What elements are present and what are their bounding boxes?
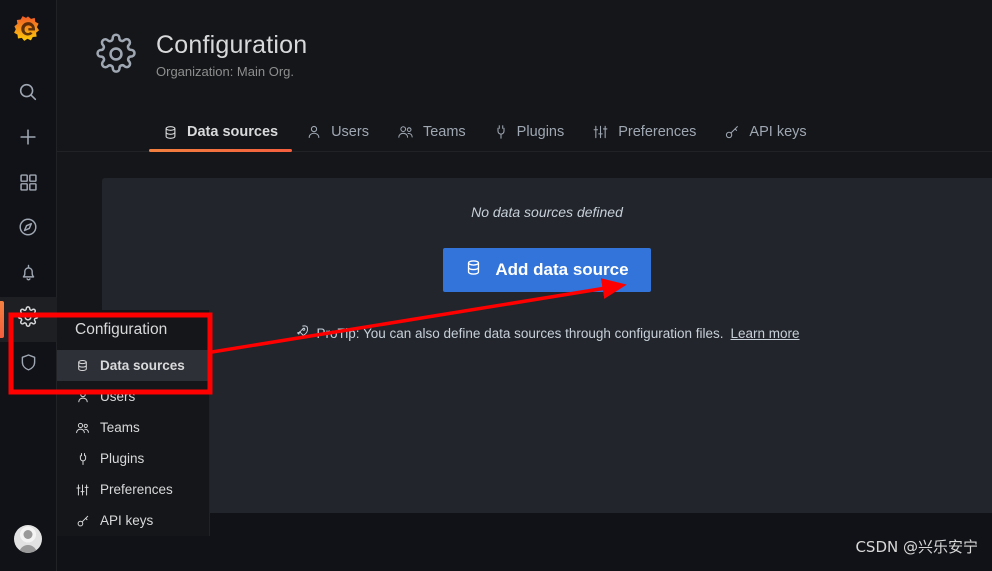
tab-teams[interactable]: Teams <box>383 124 480 151</box>
add-data-source-button[interactable]: Add data source <box>443 248 651 292</box>
key-icon <box>75 514 90 528</box>
flyout-item-label: API keys <box>100 513 154 528</box>
tab-plugins[interactable]: Plugins <box>480 124 579 151</box>
configuration-flyout-menu: Configuration Data sources Users Teams P… <box>57 310 210 536</box>
add-data-source-label: Add data source <box>495 260 629 279</box>
page-subtitle: Organization: Main Org. <box>156 64 295 79</box>
avatar[interactable] <box>14 525 42 553</box>
tab-data-sources[interactable]: Data sources <box>149 124 293 152</box>
sidebar-item-explore[interactable] <box>0 207 57 252</box>
page-header-content: Configuration Organization: Main Org. <box>57 0 992 80</box>
key-icon <box>724 124 740 140</box>
page-header: Configuration Organization: Main Org. <box>57 0 992 110</box>
sidebar-item-dashboards[interactable] <box>0 162 57 207</box>
gear-icon <box>17 306 39 333</box>
grafana-app-window: Configuration Organization: Main Org. Da… <box>0 0 992 571</box>
sidebar-item-alerting[interactable] <box>0 252 57 297</box>
flyout-item-data-sources[interactable]: Data sources <box>57 350 209 381</box>
data-sources-panel: No data sources defined Add data source <box>102 178 992 513</box>
main-sidebar <box>0 0 57 571</box>
avatar-body <box>19 545 37 553</box>
flyout-item-label: Users <box>100 389 136 404</box>
protip-text: ProTip: You can also define data sources… <box>316 325 724 341</box>
flyout-item-users[interactable]: Users <box>57 381 209 412</box>
protip: ProTip: You can also define data sources… <box>102 324 992 342</box>
compass-icon <box>17 216 39 243</box>
search-icon <box>17 81 39 108</box>
flyout-item-label: Data sources <box>100 358 185 373</box>
users-icon <box>75 421 90 435</box>
flyout-item-label: Preferences <box>100 482 173 497</box>
tab-bar: Data sources Users Teams Plugins Prefere… <box>57 110 992 152</box>
add-data-source-row: Add data source <box>102 248 992 292</box>
sidebar-item-configuration[interactable] <box>0 297 57 342</box>
bell-icon <box>18 262 39 288</box>
empty-state-message: No data sources defined <box>471 204 623 220</box>
flyout-item-label: Plugins <box>100 451 145 466</box>
tab-users[interactable]: Users <box>292 124 383 151</box>
sliders-icon <box>592 124 609 140</box>
flyout-item-label: Teams <box>100 420 140 435</box>
user-icon <box>75 390 90 404</box>
tab-label: Preferences <box>618 124 697 140</box>
flyout-item-teams[interactable]: Teams <box>57 412 209 443</box>
tab-label: Plugins <box>516 124 565 140</box>
rocket-icon <box>294 324 309 342</box>
sidebar-item-search[interactable] <box>0 72 57 117</box>
sidebar-item-server-admin[interactable] <box>0 342 57 387</box>
gear-icon <box>95 33 137 80</box>
dashboards-icon <box>18 172 39 198</box>
tab-label: Data sources <box>187 124 279 140</box>
tab-label: Users <box>331 124 369 140</box>
protip-learn-more-link[interactable]: Learn more <box>730 326 799 341</box>
tab-label: API keys <box>749 124 807 140</box>
plug-icon <box>75 452 90 466</box>
sidebar-item-create[interactable] <box>0 117 57 162</box>
flyout-item-preferences[interactable]: Preferences <box>57 474 209 505</box>
tab-preferences[interactable]: Preferences <box>578 124 710 151</box>
plus-icon <box>17 126 39 153</box>
database-icon <box>465 259 482 281</box>
watermark: CSDN @兴乐安宁 <box>855 538 978 556</box>
users-icon <box>397 124 414 140</box>
tab-label: Teams <box>422 124 466 140</box>
avatar-head <box>23 530 33 539</box>
sliders-icon <box>75 483 90 497</box>
user-icon <box>306 124 322 140</box>
flyout-item-api-keys[interactable]: API keys <box>57 505 209 536</box>
grafana-logo-icon[interactable] <box>10 12 46 48</box>
database-icon <box>75 359 90 372</box>
shield-icon <box>18 352 39 378</box>
page-title: Configuration <box>156 31 308 59</box>
database-icon <box>163 125 178 140</box>
page-header-text: Configuration Organization: Main Org. <box>156 30 307 79</box>
flyout-item-plugins[interactable]: Plugins <box>57 443 209 474</box>
plug-icon <box>494 124 508 140</box>
tab-api-keys[interactable]: API keys <box>710 124 820 151</box>
flyout-title: Configuration <box>75 321 168 338</box>
